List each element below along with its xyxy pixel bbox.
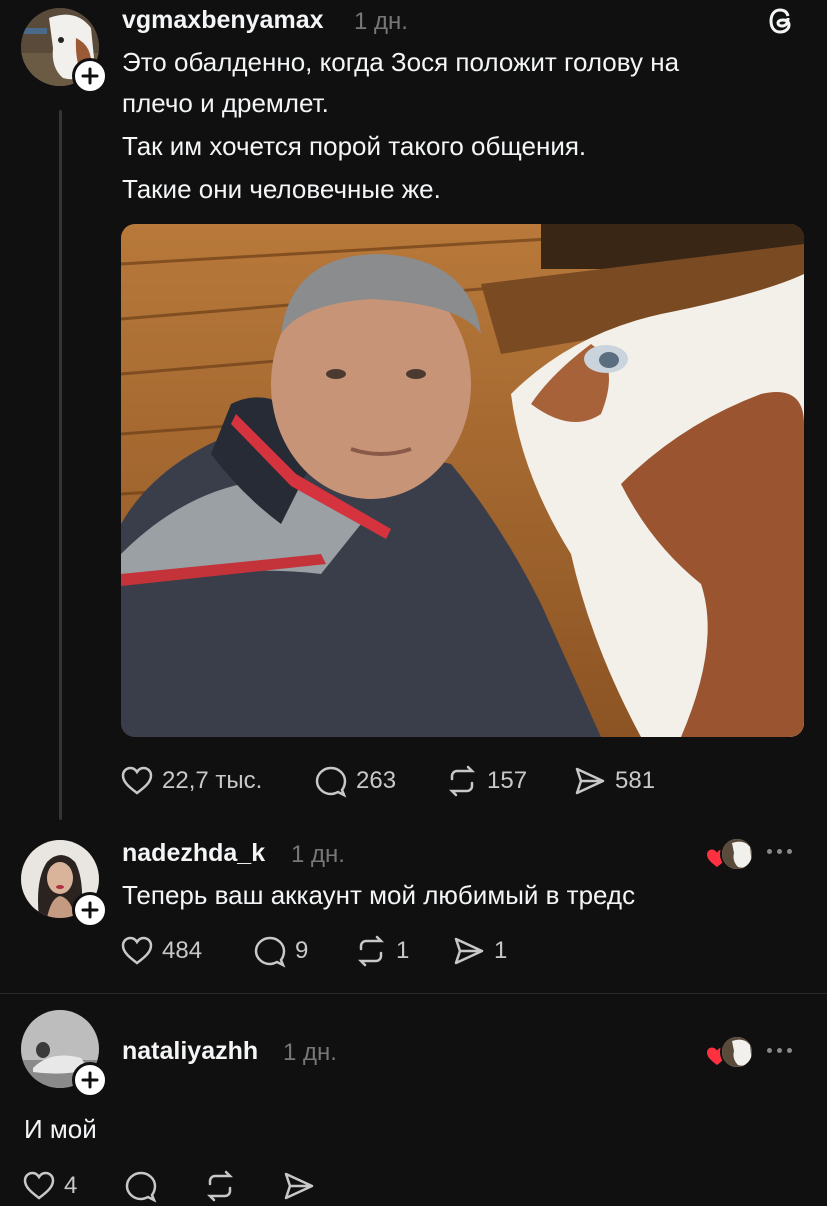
repost-icon (357, 935, 385, 967)
repost-count: 157 (487, 767, 528, 794)
share-count: 581 (615, 767, 656, 794)
repost-button[interactable]: 157 (445, 761, 527, 801)
more-options-icon[interactable] (767, 849, 792, 854)
repost-icon (448, 765, 476, 797)
follow-button[interactable] (72, 892, 108, 928)
reply-time: 1 дн. (283, 1039, 337, 1066)
author-liked-indicator (706, 837, 766, 877)
author-avatar-mini (720, 1035, 754, 1069)
threads-icon[interactable] (764, 4, 798, 38)
reply-button[interactable]: 9 (253, 931, 308, 971)
reply-count: 9 (295, 937, 309, 964)
reply-username[interactable]: nataliyazhh (122, 1037, 258, 1066)
reply-count: 263 (356, 767, 397, 794)
like-count: 4 (64, 1172, 78, 1199)
heart-icon (23, 1171, 55, 1200)
more-options-icon[interactable] (767, 1048, 792, 1053)
share-button[interactable]: 581 (573, 761, 655, 801)
author-avatar-mini (720, 837, 754, 871)
reply-text: И мой (24, 1114, 97, 1144)
send-icon (454, 937, 484, 965)
send-icon (575, 767, 605, 795)
share-count: 1 (494, 937, 508, 964)
like-button[interactable]: 484 (120, 931, 202, 971)
post-text-line-2: плечо и дремлет. (122, 88, 329, 118)
send-icon (284, 1172, 314, 1200)
like-count: 484 (162, 937, 203, 964)
reply-button[interactable]: 263 (314, 761, 396, 801)
like-button[interactable]: 22,7 тыс. (120, 761, 262, 801)
like-count: 22,7 тыс. (162, 767, 263, 794)
post-text-line-4: Такие они человечные же. (122, 174, 441, 204)
post-username[interactable]: vgmaxbenyamax (122, 6, 324, 35)
thread-line (59, 110, 62, 820)
repost-count: 1 (396, 937, 410, 964)
comment-icon (254, 936, 286, 968)
reply-username[interactable]: nadezhda_k (122, 839, 265, 868)
like-button[interactable]: 4 (22, 1166, 77, 1206)
reply-text: Теперь ваш аккаунт мой любимый в тредс (122, 880, 636, 910)
reply-button[interactable] (124, 1166, 158, 1206)
repost-button[interactable] (203, 1166, 237, 1206)
comment-icon (125, 1171, 157, 1203)
divider (0, 993, 827, 994)
post-text-line-3: Так им хочется порой такого общения. (122, 131, 587, 161)
follow-button[interactable] (72, 1062, 108, 1098)
heart-icon (121, 766, 153, 795)
heart-icon (121, 936, 153, 965)
post-time: 1 дн. (354, 8, 408, 35)
repost-icon (206, 1170, 234, 1202)
share-button[interactable]: 1 (452, 931, 507, 971)
author-liked-indicator (706, 1035, 766, 1075)
repost-button[interactable]: 1 (354, 931, 409, 971)
post-image[interactable] (121, 224, 804, 737)
comment-icon (315, 766, 347, 798)
share-button[interactable] (282, 1166, 316, 1206)
follow-button[interactable] (72, 58, 108, 94)
post-text-line-1: Это обалденно, когда Зося положит голову… (122, 47, 680, 77)
reply-time: 1 дн. (291, 841, 345, 868)
